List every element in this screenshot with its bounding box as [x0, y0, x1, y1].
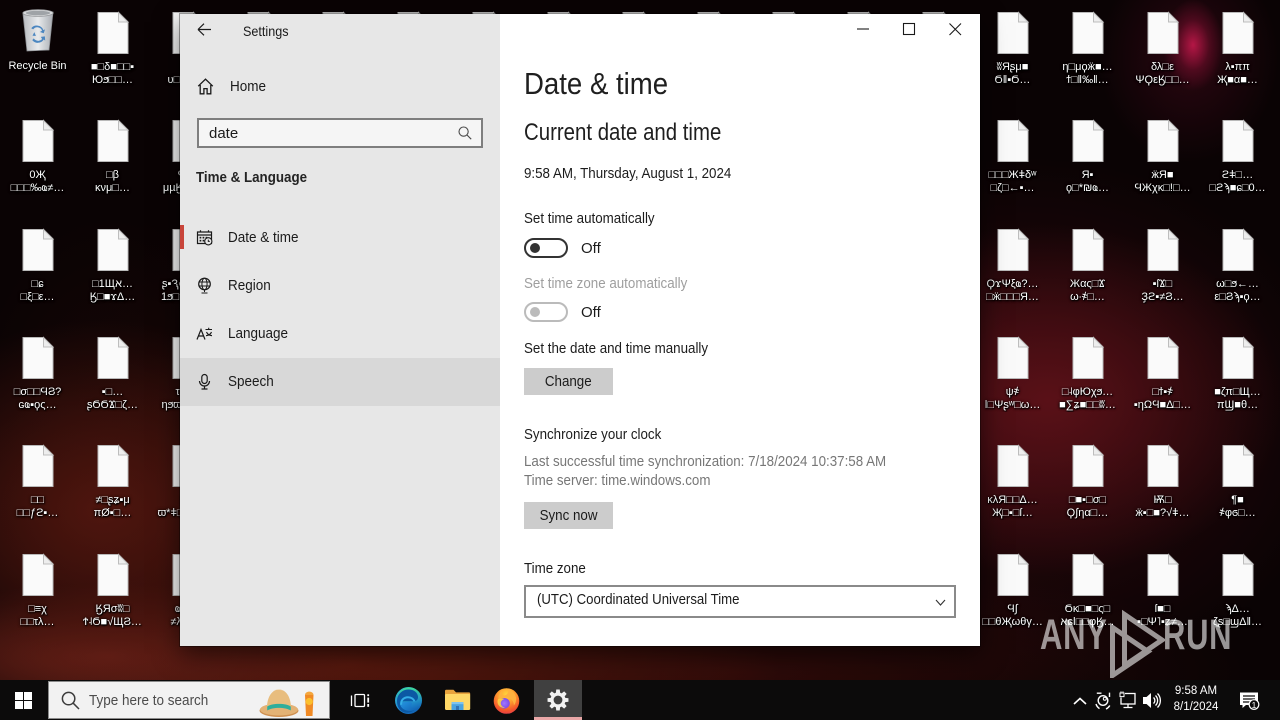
svg-text:1: 1 — [1252, 700, 1257, 710]
